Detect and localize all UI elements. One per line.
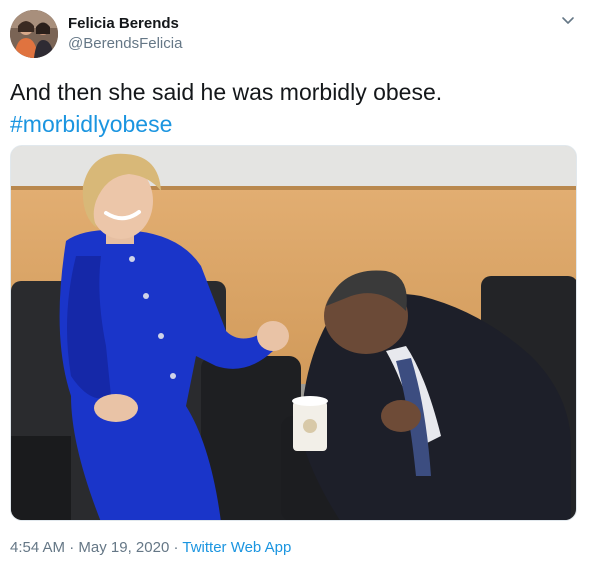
hashtag-link[interactable]: #morbidlyobese [10, 108, 580, 140]
tweet-text: And then she said he was morbidly obese.… [10, 76, 580, 140]
tweet-date[interactable]: May 19, 2020 [78, 539, 169, 556]
tweet-card: Felicia Berends @BerendsFelicia And then… [0, 0, 592, 563]
photo-illustration [11, 146, 576, 520]
tweet-photo[interactable] [10, 145, 577, 521]
tweet-meta: 4:54 AM · May 19, 2020 · Twitter Web App [10, 538, 291, 558]
avatar-image [10, 10, 58, 58]
tweet-body: And then she said he was morbidly obese. [10, 79, 443, 105]
user-handle[interactable]: @BerendsFelicia [68, 34, 182, 54]
avatar[interactable] [10, 10, 58, 58]
chevron-down-icon[interactable] [560, 12, 576, 28]
tweet-time[interactable]: 4:54 AM [10, 539, 65, 556]
display-name[interactable]: Felicia Berends [68, 14, 182, 34]
tweet-author: Felicia Berends @BerendsFelicia [68, 14, 182, 54]
tweet-source-link[interactable]: Twitter Web App [182, 539, 291, 556]
meta-separator: · [169, 539, 183, 556]
meta-separator: · [65, 539, 79, 556]
